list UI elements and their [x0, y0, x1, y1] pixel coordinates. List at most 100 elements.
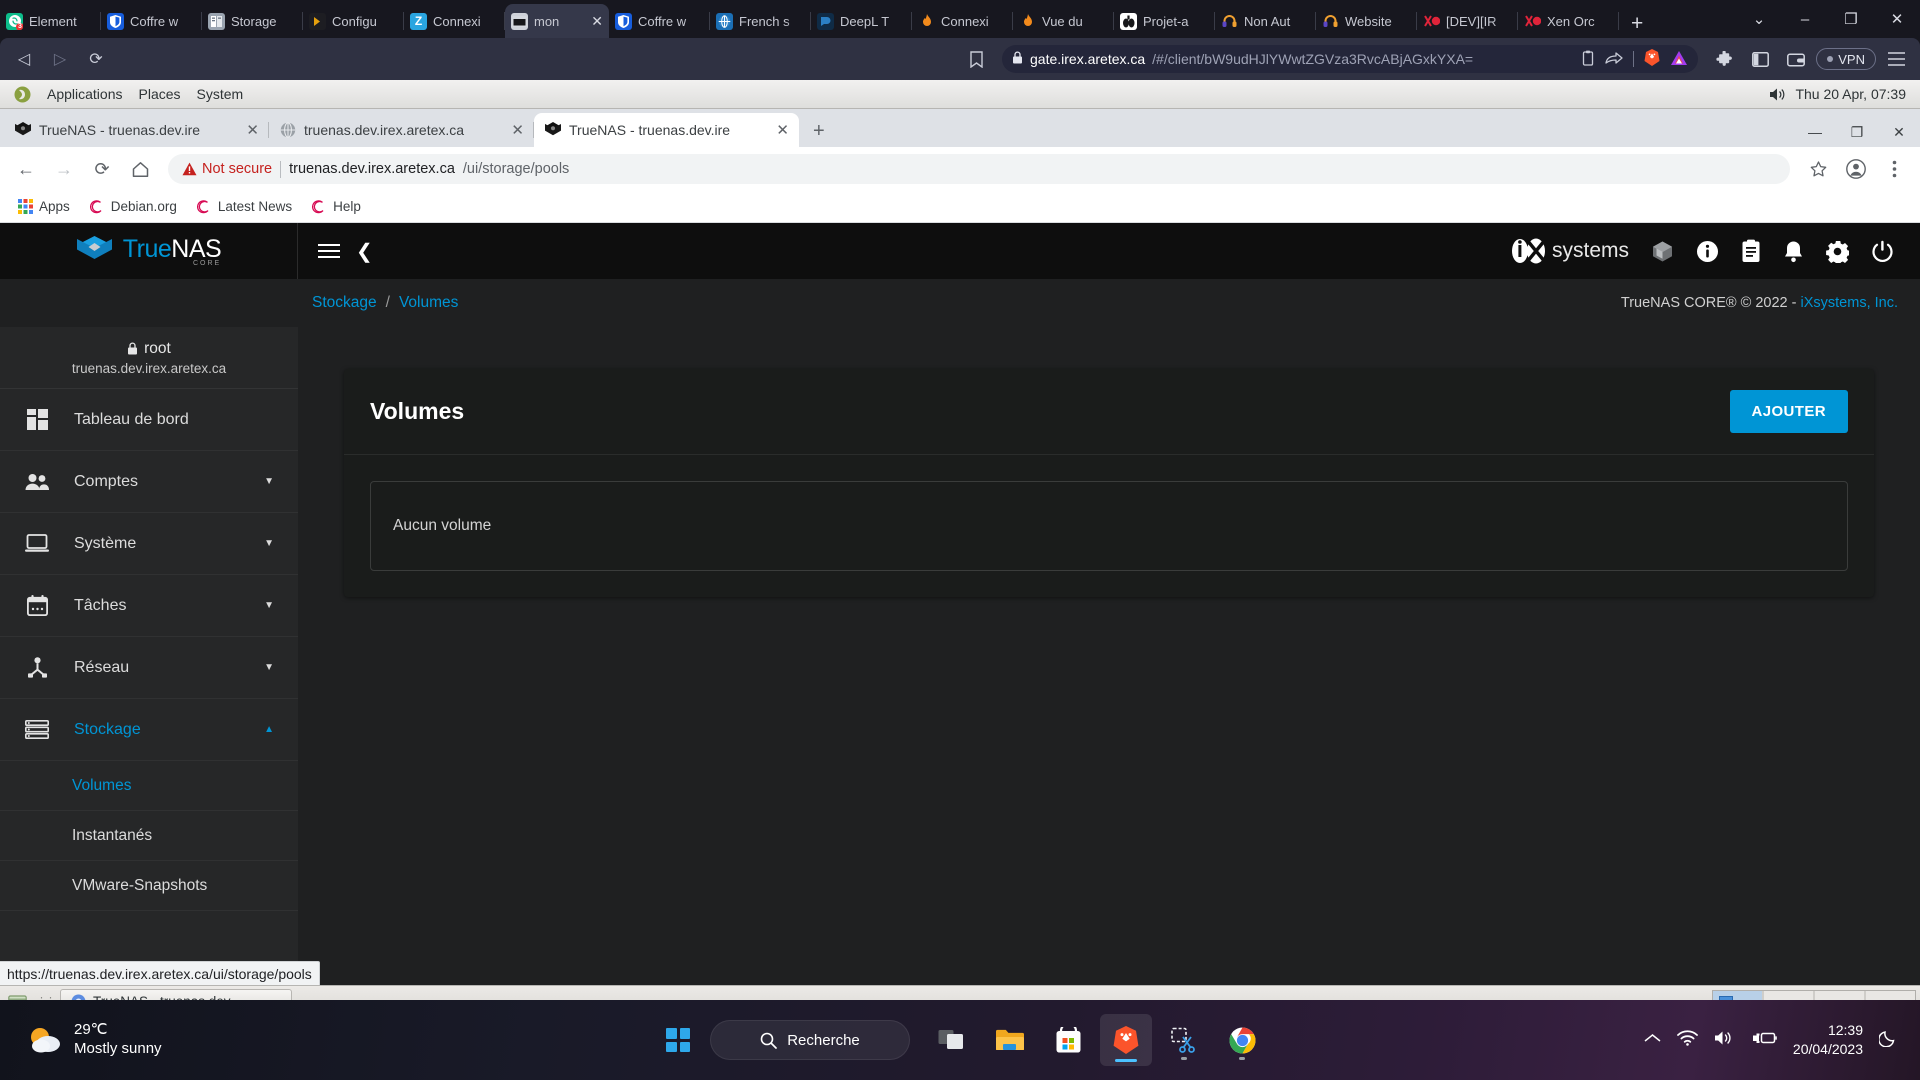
brave-tab[interactable]: Storage	[202, 4, 303, 38]
minimize-button[interactable]: –	[1782, 0, 1828, 38]
chrome-tab-active[interactable]: TrueNAS - truenas.dev.ire ✕	[534, 113, 799, 147]
sidebar-item-dashboard[interactable]: Tableau de bord	[0, 389, 298, 451]
sidebar-item-systeme[interactable]: Système ▼	[0, 513, 298, 575]
workspace-2[interactable]	[1764, 990, 1813, 1000]
microsoft-store-icon[interactable]	[1042, 1014, 1094, 1066]
jails-icon[interactable]	[1651, 240, 1674, 263]
reload-icon[interactable]: ⟳	[84, 151, 120, 187]
brave-tab[interactable]: Vue du	[1013, 4, 1114, 38]
breadcrumb-current[interactable]: Volumes	[399, 294, 458, 312]
gnome-menu-places[interactable]: Places	[131, 86, 189, 102]
brave-address-bar[interactable]: gate.irex.aretex.ca /#/client/bW9udHJlYWw…	[1002, 45, 1699, 73]
copy-icon[interactable]	[1581, 50, 1595, 69]
share-icon[interactable]	[1605, 50, 1623, 69]
kebab-menu-icon[interactable]	[1876, 151, 1912, 187]
tasks-clipboard-icon[interactable]	[1741, 239, 1761, 263]
gnome-menu-system[interactable]: System	[189, 86, 252, 102]
brave-tab[interactable]: Z Connexi	[404, 4, 505, 38]
bookmark-debian[interactable]: Debian.org	[82, 196, 185, 217]
hamburger-icon[interactable]	[1880, 44, 1912, 74]
notifications-bell-icon[interactable]	[1783, 240, 1804, 263]
brave-tab-active[interactable]: mon ✕	[505, 4, 609, 38]
brave-browser-icon[interactable]	[1100, 1014, 1152, 1066]
power-icon[interactable]	[1871, 240, 1894, 263]
workspace-3[interactable]	[1815, 990, 1864, 1000]
chrome-tab[interactable]: TrueNAS - truenas.dev.ire ✕	[4, 113, 269, 147]
maximize-button[interactable]: ❐	[1836, 117, 1878, 147]
brave-tab[interactable]: Coffre w	[609, 4, 710, 38]
workspace-switcher[interactable]	[1712, 989, 1916, 1000]
gnome-clock-area[interactable]: Thu 20 Apr, 07:39	[1769, 86, 1914, 102]
tab-search-icon[interactable]: ⌄	[1736, 0, 1782, 38]
workspace-4[interactable]	[1866, 990, 1915, 1000]
home-icon[interactable]	[122, 151, 158, 187]
search-input[interactable]: Recherche	[710, 1020, 910, 1060]
chrome-tab[interactable]: truenas.dev.irex.aretex.ca ✕	[269, 113, 534, 147]
workspace-1[interactable]	[1713, 990, 1762, 1000]
settings-gear-icon[interactable]	[1826, 240, 1849, 263]
task-view-icon[interactable]	[926, 1014, 978, 1066]
brave-tab[interactable]: Xen Orc	[1518, 4, 1619, 38]
sidebar-item-taches[interactable]: Tâches ▼	[0, 575, 298, 637]
bookmark-apps[interactable]: Apps	[10, 196, 78, 217]
moon-icon[interactable]	[1878, 1028, 1898, 1052]
close-button[interactable]: ✕	[1878, 117, 1920, 147]
window-list-item[interactable]: TrueNAS - truenas.dev....	[60, 989, 292, 1000]
brave-tab[interactable]: [DEV][IR	[1417, 4, 1518, 38]
volume-icon[interactable]	[1714, 1030, 1735, 1051]
close-icon[interactable]: ✕	[246, 121, 259, 139]
forward-icon[interactable]: →	[46, 151, 82, 187]
sidebar-item-reseau[interactable]: Réseau ▼	[0, 637, 298, 699]
sidebar-subitem-volumes[interactable]: Volumes	[0, 761, 298, 811]
show-desktop-icon[interactable]	[4, 990, 30, 1000]
wifi-icon[interactable]	[1677, 1029, 1698, 1051]
brave-tab[interactable]: 3 Element	[0, 4, 101, 38]
brave-lion-icon[interactable]	[1644, 49, 1660, 69]
chevron-up-icon[interactable]	[1644, 1031, 1661, 1049]
puzzle-icon[interactable]	[1708, 44, 1740, 74]
brave-tab[interactable]: French s	[710, 4, 811, 38]
gnome-menu-applications[interactable]: Applications	[39, 86, 131, 102]
sidebar-subitem-instantanes[interactable]: Instantanés	[0, 811, 298, 861]
sidepanel-icon[interactable]	[1744, 44, 1776, 74]
close-icon[interactable]: ✕	[511, 121, 524, 139]
snipping-tool-icon[interactable]	[1158, 1014, 1210, 1066]
brave-tab[interactable]: DeepL T	[811, 4, 912, 38]
bookmark-help[interactable]: Help	[304, 196, 369, 217]
bookmark-icon[interactable]	[960, 44, 992, 74]
star-icon[interactable]	[1800, 151, 1836, 187]
sidebar-item-stockage[interactable]: Stockage ▲	[0, 699, 298, 761]
windows-start-icon[interactable]	[652, 1014, 704, 1066]
profile-icon[interactable]	[1838, 151, 1874, 187]
hamburger-icon[interactable]	[318, 244, 340, 258]
google-chrome-icon[interactable]	[1216, 1014, 1268, 1066]
brave-tab[interactable]: Projet-a	[1114, 4, 1215, 38]
chrome-address-bar[interactable]: Not secure truenas.dev.irex.aretex.ca/ui…	[168, 154, 1790, 184]
weather-widget[interactable]: 29℃ Mostly sunny	[0, 1021, 162, 1059]
back-icon[interactable]: ←	[8, 151, 44, 187]
sidebar-item-comptes[interactable]: Comptes ▼	[0, 451, 298, 513]
brave-tab[interactable]: Website	[1316, 4, 1417, 38]
copyright-vendor[interactable]: iXsystems, Inc.	[1801, 295, 1899, 311]
brave-tab[interactable]: Connexi	[912, 4, 1013, 38]
maximize-button[interactable]: ❐	[1828, 0, 1874, 38]
add-volume-button[interactable]: AJOUTER	[1729, 390, 1848, 433]
brave-tab[interactable]: Non Aut	[1215, 4, 1316, 38]
back-icon[interactable]: ◁	[8, 44, 40, 74]
new-tab-button[interactable]: +	[1619, 13, 1655, 38]
wallet-icon[interactable]	[1780, 44, 1812, 74]
file-explorer-icon[interactable]	[984, 1014, 1036, 1066]
close-button[interactable]: ✕	[1874, 0, 1920, 38]
info-icon[interactable]	[1696, 240, 1719, 263]
battery-charging-icon[interactable]	[1751, 1030, 1777, 1051]
taskbar-clock[interactable]: 12:39 20/04/2023	[1793, 1021, 1863, 1059]
bookmark-latest-news[interactable]: Latest News	[189, 196, 300, 217]
close-icon[interactable]: ✕	[776, 121, 789, 139]
brave-tab[interactable]: Configu	[303, 4, 404, 38]
minimize-button[interactable]: —	[1794, 117, 1836, 147]
chrome-new-tab-button[interactable]: +	[799, 120, 839, 147]
reload-icon[interactable]: ⟳	[80, 44, 112, 74]
chevron-left-icon[interactable]: ❮	[356, 239, 373, 264]
brave-tab[interactable]: Coffre w	[101, 4, 202, 38]
volume-icon[interactable]	[1769, 87, 1788, 102]
